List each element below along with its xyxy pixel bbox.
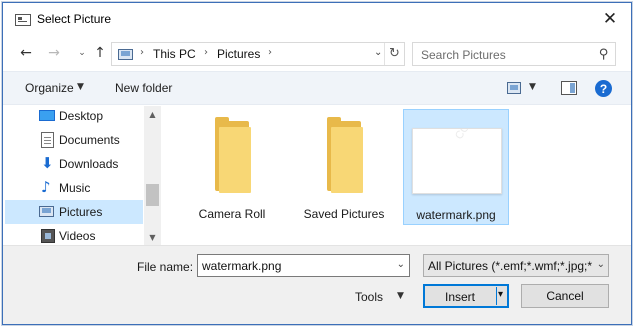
- sidebar-item-label: Videos: [59, 229, 96, 243]
- sidebar-item-label: Desktop: [59, 109, 104, 123]
- organize-button[interactable]: Organize: [25, 81, 74, 95]
- search-input[interactable]: Search Pictures ⚲: [412, 42, 616, 66]
- search-icon[interactable]: ⚲: [599, 47, 609, 62]
- navigation-pane-scrollbar[interactable]: ▲ ▼: [144, 106, 161, 245]
- new-folder-button[interactable]: New folder: [115, 81, 172, 95]
- file-name-dropdown-icon[interactable]: ⌄: [397, 259, 405, 270]
- tools-button[interactable]: Tools: [355, 290, 383, 304]
- address-dropdown-icon[interactable]: ⌄: [374, 47, 382, 58]
- scrollbar-thumb[interactable]: [146, 184, 159, 206]
- tools-caret-icon[interactable]: ▼: [397, 291, 404, 301]
- cancel-button[interactable]: Cancel: [521, 284, 609, 308]
- breadcrumb-this-pc[interactable]: This PC: [153, 47, 196, 61]
- insert-options-caret-icon[interactable]: ▾: [498, 289, 503, 300]
- up-arrow-icon[interactable]: ↑: [91, 44, 109, 62]
- file-name-input[interactable]: watermark.png ⌄: [197, 254, 410, 277]
- title-bar: Select Picture ✕: [3, 3, 631, 35]
- documents-icon: [41, 132, 54, 148]
- sidebar-item-label: Downloads: [59, 157, 119, 171]
- file-item-camera-roll[interactable]: Camera Roll: [179, 109, 285, 225]
- desktop-icon: [39, 110, 55, 121]
- sidebar-item-desktop[interactable]: Desktop: [5, 104, 143, 128]
- forward-arrow-icon[interactable]: →: [45, 44, 63, 62]
- breadcrumb-pictures[interactable]: Pictures: [217, 47, 260, 61]
- change-view-icon[interactable]: [507, 82, 521, 94]
- view-options-caret-icon[interactable]: ▼: [529, 82, 536, 92]
- file-item-saved-pictures[interactable]: Saved Pictures: [291, 109, 397, 225]
- file-list: Camera Roll Saved Pictures CONFIDENTIAL …: [163, 106, 629, 245]
- breadcrumb-separator-icon[interactable]: ›: [140, 47, 144, 58]
- dialog-title: Select Picture: [37, 12, 112, 26]
- sidebar-item-label: Music: [59, 181, 91, 195]
- search-placeholder: Search Pictures: [421, 48, 506, 62]
- scroll-down-arrow-icon[interactable]: ▼: [144, 229, 161, 245]
- breadcrumb-separator-icon[interactable]: ›: [204, 47, 208, 58]
- sidebar-item-music[interactable]: ♪ Music: [5, 176, 143, 200]
- command-bar: Organize ▼ New folder ▼ ?: [3, 71, 631, 105]
- dialog-footer: File name: watermark.png ⌄ All Pictures …: [3, 245, 631, 324]
- back-arrow-icon[interactable]: ←: [17, 44, 35, 62]
- sidebar-item-pictures[interactable]: Pictures: [5, 200, 143, 224]
- file-type-dropdown-icon[interactable]: ⌄: [596, 259, 605, 270]
- file-type-value: All Pictures (*.emf;*.wmf;*.jpg;*: [428, 259, 592, 273]
- breadcrumb-separator-icon[interactable]: ›: [268, 47, 272, 58]
- insert-split-divider: [496, 287, 497, 305]
- insert-button[interactable]: Insert ▾: [423, 284, 509, 308]
- help-icon[interactable]: ?: [595, 80, 612, 97]
- refresh-icon[interactable]: ↻: [389, 46, 400, 61]
- address-divider: [384, 43, 385, 65]
- downloads-icon: ⬇: [41, 154, 54, 172]
- image-thumbnail: CONFIDENTIAL: [412, 128, 502, 194]
- pictures-icon: [39, 206, 54, 217]
- organize-caret-icon[interactable]: ▼: [77, 82, 84, 92]
- pictures-location-icon: [118, 49, 133, 60]
- file-item-label: Saved Pictures: [303, 207, 385, 221]
- select-picture-dialog: Select Picture ✕ ← → ⌄ ↑ › This PC › Pic…: [2, 2, 632, 325]
- file-item-watermark-png[interactable]: CONFIDENTIAL watermark.png: [403, 109, 509, 225]
- sidebar-item-documents[interactable]: Documents: [5, 128, 143, 152]
- thumbnail-watermark-text: CONFIDENTIAL: [453, 129, 501, 142]
- music-icon: ♪: [41, 178, 51, 196]
- file-type-select[interactable]: All Pictures (*.emf;*.wmf;*.jpg;* ⌄: [423, 254, 609, 277]
- file-name-label: File name:: [137, 260, 194, 274]
- insert-button-label: Insert: [444, 290, 475, 304]
- recent-locations-chevron-icon[interactable]: ⌄: [73, 44, 91, 62]
- address-bar[interactable]: › This PC › Pictures › ⌄ ↻: [111, 42, 405, 66]
- sidebar-item-label: Pictures: [59, 205, 103, 219]
- folder-icon: [327, 117, 363, 193]
- close-button[interactable]: ✕: [597, 7, 623, 31]
- navigation-bar: ← → ⌄ ↑ › This PC › Pictures › ⌄ ↻ Searc…: [3, 37, 631, 71]
- file-item-label: watermark.png: [416, 208, 496, 222]
- file-name-value: watermark.png: [202, 259, 282, 273]
- scroll-up-arrow-icon[interactable]: ▲: [144, 106, 161, 122]
- navigation-pane: Desktop Documents ⬇ Downloads ♪ Music Pi…: [3, 106, 159, 245]
- folder-icon: [215, 117, 251, 193]
- sidebar-item-downloads[interactable]: ⬇ Downloads: [5, 152, 143, 176]
- file-item-label: Camera Roll: [198, 207, 266, 221]
- videos-icon: [41, 229, 55, 243]
- sidebar-item-label: Documents: [59, 133, 120, 147]
- dialog-window-icon: [15, 14, 31, 26]
- preview-pane-icon[interactable]: [561, 81, 577, 95]
